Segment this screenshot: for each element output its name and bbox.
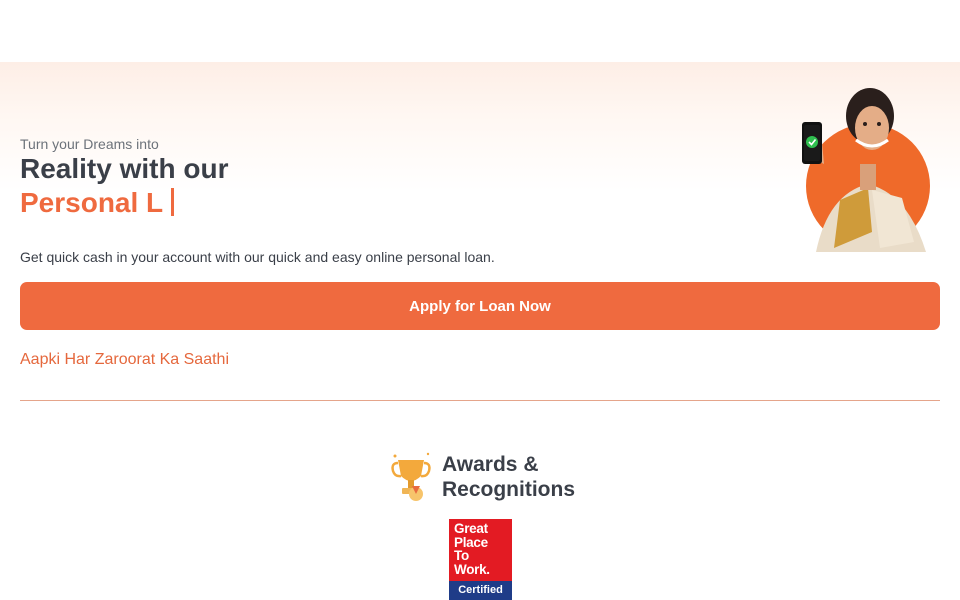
top-header-bar <box>0 0 960 62</box>
brand-slogan: Aapki Har Zaroorat Ka Saathi <box>20 351 229 368</box>
badge-certified-label: Certified <box>449 581 512 600</box>
section-divider <box>20 400 940 401</box>
hero-description: Get quick cash in your account with our … <box>20 249 495 265</box>
woman-with-phone-illustration <box>802 88 930 252</box>
hero-title: Reality with our <box>20 153 229 184</box>
awards-title: Awards & Recognitions <box>442 453 576 501</box>
hero-typed-text: Personal L <box>20 186 175 220</box>
awards-section: Awards & Recognitions <box>390 450 610 506</box>
hero-tagline: Turn your Dreams into <box>20 136 159 152</box>
great-place-to-work-badge: Great Place To Work. Certified <box>449 519 512 600</box>
badge-text: Great Place To Work. <box>454 521 490 577</box>
hero-typed-label: Personal L <box>20 187 164 218</box>
apply-for-loan-button[interactable]: Apply for Loan Now <box>20 282 940 330</box>
typing-caret <box>171 188 175 216</box>
trophy-icon <box>391 452 431 501</box>
